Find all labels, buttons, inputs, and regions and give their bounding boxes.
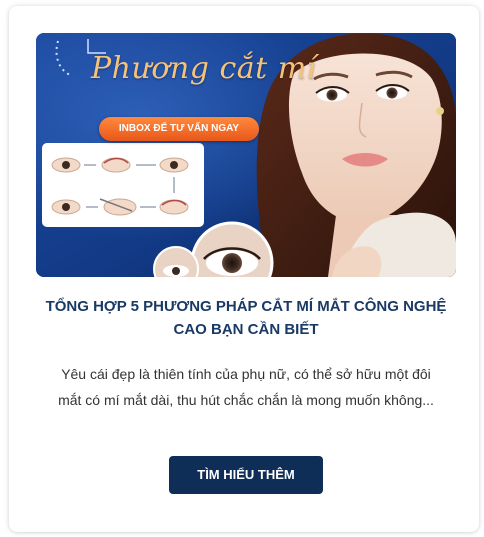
article-title[interactable]: TỔNG HỢP 5 PHƯƠNG PHÁP CẮT MÍ MẮT CÔNG N…	[36, 295, 456, 341]
banner-inbox-badge: INBOX ĐỂ TƯ VẤN NGAY	[99, 117, 259, 141]
article-banner-image[interactable]: Phương cắt mí INBOX ĐỂ TƯ VẤN NGAY	[36, 33, 456, 277]
learn-more-button[interactable]: TÌM HIỂU THÊM	[169, 456, 323, 494]
article-excerpt: Yêu cái đẹp là thiên tính của phụ nữ, có…	[58, 366, 434, 408]
banner-script-title: Phương cắt mí	[91, 51, 317, 86]
article-card: Phương cắt mí INBOX ĐỂ TƯ VẤN NGAY TỔNG …	[9, 6, 479, 532]
